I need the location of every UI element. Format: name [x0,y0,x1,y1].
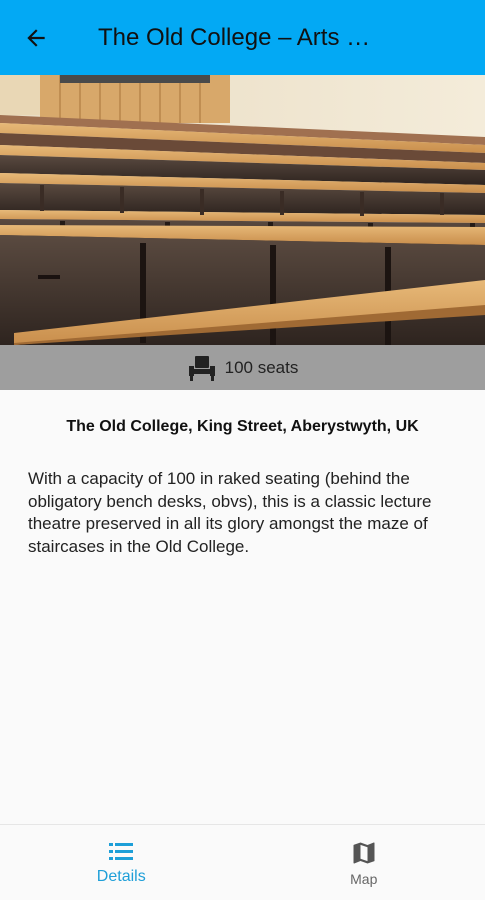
seat-icon [188,355,215,381]
venue-address: The Old College, King Street, Aberystwyt… [66,418,419,435]
capacity-label: 100 seats [224,357,299,377]
nav-details-label: Details [96,867,146,885]
list-icon [109,842,134,860]
nav-map-label: Map [350,870,378,887]
venue-photo [0,75,485,345]
capacity-bar: 100 seats [0,345,485,390]
nav-map-tab[interactable]: Map [243,825,485,900]
arrow-back-icon [27,28,45,47]
back-button[interactable] [0,0,60,75]
venue-description: With a capacity of 100 in raked seating … [28,469,432,556]
map-icon [353,842,375,863]
app-bar: The Old College – Arts … [0,0,485,75]
bottom-navigation: Details Map [0,824,485,900]
nav-details-tab[interactable]: Details [0,825,243,900]
page-title: The Old College – Arts … [98,23,371,51]
